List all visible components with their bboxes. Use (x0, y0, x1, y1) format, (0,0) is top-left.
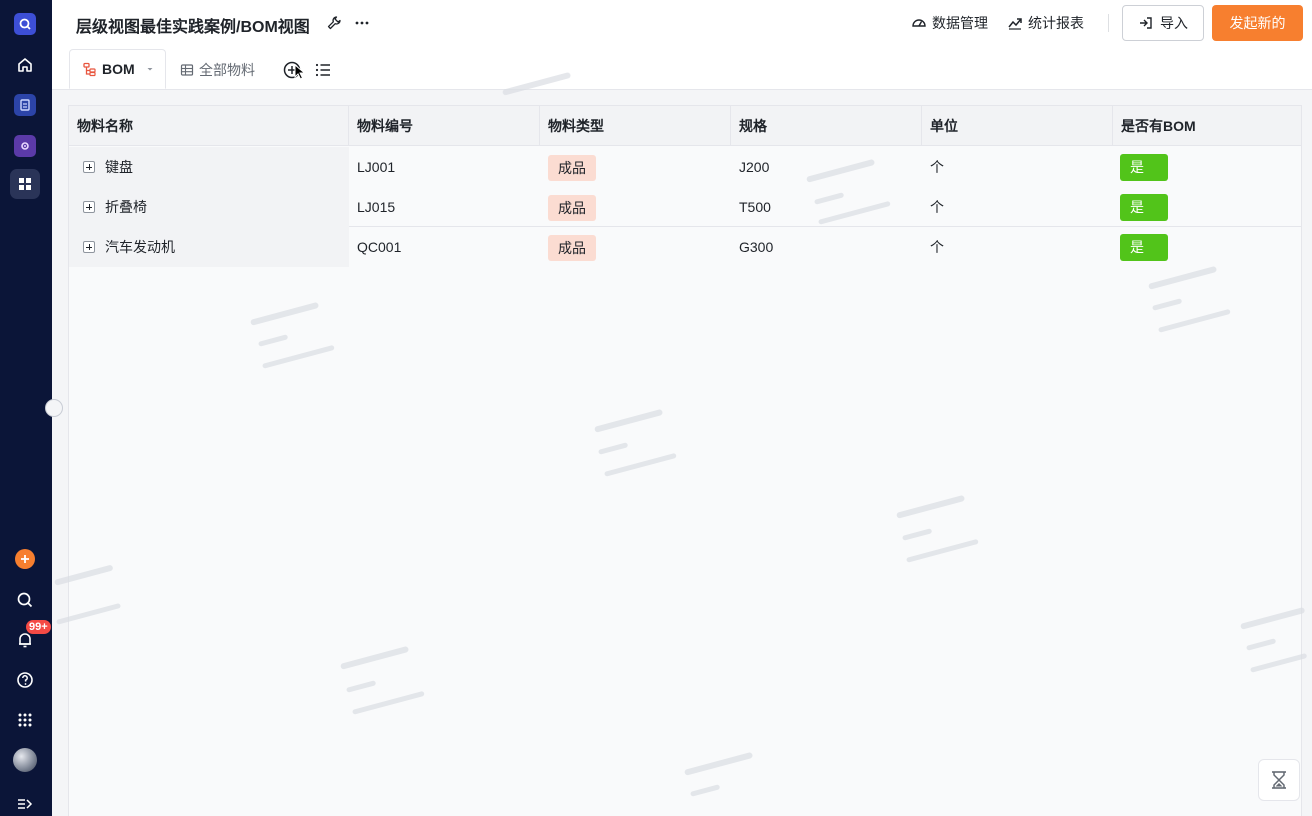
material-spec: J200 (739, 159, 770, 175)
document-app-icon[interactable] (14, 94, 36, 116)
mouse-cursor-icon (294, 64, 306, 80)
type-tag: 成品 (548, 235, 596, 261)
material-code: QC001 (357, 239, 402, 255)
hourglass-button[interactable] (1258, 759, 1300, 801)
material-spec: G300 (739, 239, 774, 255)
home-icon[interactable] (10, 50, 40, 80)
dashboard-icon (912, 19, 926, 27)
table-row[interactable]: 键盘 LJ001 成品 J200 个 是 (69, 147, 1301, 187)
bom-table: 物料名称 物料编号 物料类型 规格 单位 是否有BOM 键盘 LJ001 成品 … (68, 105, 1302, 816)
column-header[interactable]: 物料名称 (69, 106, 349, 146)
collapse-handle[interactable] (45, 399, 63, 417)
hourglass-icon (1272, 771, 1286, 789)
column-header[interactable]: 物料编号 (349, 106, 540, 146)
expand-row-icon[interactable] (83, 161, 95, 173)
workspace-logo-icon[interactable] (14, 13, 36, 35)
data-manage-link[interactable]: 数据管理 (911, 13, 988, 33)
trend-icon (1008, 18, 1022, 30)
has-bom-tag: 是 (1120, 194, 1168, 221)
more-icon[interactable] (353, 14, 371, 32)
expand-row-icon[interactable] (83, 201, 95, 213)
page-title: 层级视图最佳实践案例/BOM视图 (76, 19, 310, 36)
table-icon (180, 64, 194, 76)
tab-all-materials[interactable]: 全部物料 (180, 60, 255, 80)
tab-bom[interactable]: BOM (69, 49, 166, 89)
import-button[interactable]: 导入 (1122, 5, 1204, 41)
tab-bom-label: BOM (102, 61, 135, 77)
has-bom-tag: 是 (1120, 234, 1168, 261)
chevron-down-icon[interactable] (146, 65, 154, 73)
material-code: LJ015 (357, 199, 396, 215)
name-cell: 汽车发动机 (69, 227, 349, 267)
type-tag: 成品 (548, 155, 596, 181)
column-header[interactable]: 物料类型 (540, 106, 731, 146)
stats-report-link[interactable]: 统计报表 (1007, 13, 1084, 33)
has-bom-tag: 是 (1120, 154, 1168, 181)
app-center-icon[interactable] (10, 705, 40, 735)
expand-row-icon[interactable] (83, 241, 95, 253)
column-header[interactable]: 单位 (922, 106, 1113, 146)
material-spec: T500 (739, 199, 771, 215)
list-icon[interactable] (312, 59, 334, 81)
material-unit: 个 (930, 239, 944, 255)
tab-all-label: 全部物料 (199, 62, 255, 78)
name-cell: 键盘 (69, 147, 349, 187)
table-row[interactable]: 折叠椅 LJ015 成品 T500 个 是 (69, 187, 1301, 227)
material-name: 折叠椅 (105, 199, 147, 215)
settings-app-icon[interactable] (14, 135, 36, 157)
page-header: 层级视图最佳实践案例/BOM视图 数据管理 统计报表 导入 发起新的 BOM 全… (52, 0, 1312, 90)
wrench-icon[interactable] (325, 14, 343, 32)
add-icon[interactable] (15, 549, 35, 569)
type-tag: 成品 (548, 195, 596, 221)
column-header[interactable]: 是否有BOM (1113, 106, 1301, 146)
help-icon[interactable] (10, 665, 40, 695)
table-header: 物料名称 物料编号 物料类型 规格 单位 是否有BOM (69, 106, 1301, 146)
import-label: 导入 (1160, 15, 1188, 31)
material-name: 键盘 (105, 159, 133, 175)
launch-new-button[interactable]: 发起新的 (1212, 5, 1303, 41)
search-icon[interactable] (10, 585, 40, 615)
stats-report-label: 统计报表 (1028, 15, 1084, 31)
notification-badge: 99+ (26, 620, 51, 634)
expand-sidebar-icon[interactable] (10, 789, 40, 816)
material-code: LJ001 (357, 159, 396, 175)
import-icon (1140, 17, 1152, 29)
bom-tree-icon (83, 62, 96, 76)
material-name: 汽车发动机 (105, 239, 175, 255)
table-row[interactable]: 汽车发动机 QC001 成品 G300 个 是 (69, 227, 1301, 267)
header-divider (1108, 14, 1109, 32)
column-header[interactable]: 规格 (731, 106, 922, 146)
apps-grid-icon[interactable] (10, 169, 40, 199)
data-manage-label: 数据管理 (932, 15, 988, 31)
avatar[interactable] (13, 748, 37, 772)
material-unit: 个 (930, 159, 944, 175)
name-cell: 折叠椅 (69, 187, 349, 227)
material-unit: 个 (930, 199, 944, 215)
